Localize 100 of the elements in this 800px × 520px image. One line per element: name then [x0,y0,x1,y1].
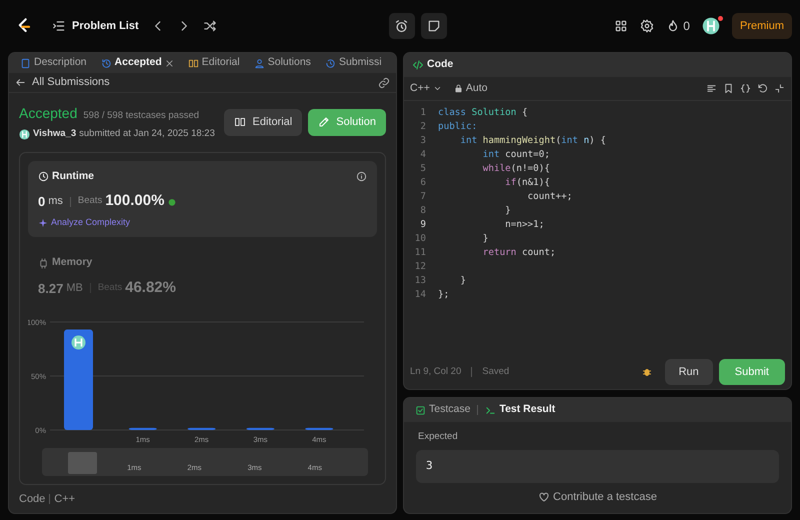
bug-icon[interactable] [640,366,653,378]
user-link[interactable]: Vishwa_3 [33,127,76,142]
histogram-bar[interactable] [64,329,93,430]
book-icon [234,116,246,128]
line-number: 10 [414,232,427,246]
stat-title: Runtime [52,168,94,184]
code-line: } [459,274,466,288]
panel-tab[interactable]: Submissi [322,55,385,71]
caret-icon [432,84,442,93]
code-line: while(n!=0){ [482,162,550,176]
mode-label: Auto [454,80,488,96]
avatar-icon [19,128,30,140]
panel-tab[interactable]: Test Result [482,402,558,418]
language-dropdown[interactable]: C++ [410,80,442,96]
code-line: class Solution { [438,106,528,120]
line-number: 5 [419,162,427,176]
line-number: 7 [419,190,427,204]
stat-unit: MB [66,281,83,296]
avatar-icon [72,335,86,350]
section-title: Code [19,492,46,506]
checkbox-icon [415,404,426,416]
info-icon [356,170,367,182]
list-icon[interactable] [52,19,66,33]
field-label: Expected [418,430,459,444]
code-line: } [482,232,488,246]
panel-tab[interactable]: Solutions [250,55,314,71]
note-icon [426,19,441,33]
code-line: int count=0; [482,148,550,162]
beats-percent: 46.82% [125,278,176,298]
link-icon[interactable] [378,76,390,89]
histogram-bar[interactable] [305,427,334,430]
analyze-link[interactable]: Analyze Complexity [51,216,130,230]
back-arrow-icon[interactable] [15,77,26,88]
bookmark-icon[interactable] [723,83,734,94]
page-title[interactable]: Problem List [72,18,139,34]
line-number: 9 [419,218,427,232]
beats-percent: 100.00% [105,191,164,212]
line-number: 12 [414,260,427,274]
language-label: C++ [54,492,76,506]
format-icon[interactable] [706,83,717,94]
undo-icon[interactable] [757,83,768,94]
panel-tab[interactable]: Accepted [98,55,165,71]
code-icon [412,59,424,71]
code-line: n=n>>1; [504,218,544,232]
close-icon[interactable] [164,58,174,68]
stat-value: 8.27 [38,280,64,298]
histogram-bar[interactable] [128,427,157,430]
line-number: 2 [419,120,427,134]
line-number: 11 [414,246,427,260]
code-line: } [504,204,511,218]
avatar-icon[interactable] [702,17,720,36]
edit-icon [318,116,330,128]
line-number: 14 [414,288,427,302]
stat-title: Memory [52,255,92,270]
premium-button[interactable]: Premium [732,12,792,40]
tab-icon [188,58,199,69]
stat-panel[interactable]: Runtime 0 ms Beats 100.00% Analyze Complexity [28,160,377,238]
run-button[interactable]: Run [664,358,713,386]
panel-tab[interactable]: Editorial [184,55,243,71]
line-number: 8 [419,204,427,218]
panel-tab[interactable]: Testcase [412,402,474,418]
alarm-clock-icon [394,18,410,34]
save-status: Saved [482,364,510,379]
code-line: count++; [526,190,572,204]
navigator-handle[interactable] [68,452,98,474]
line-number: 3 [419,134,427,148]
back-link[interactable]: All Submissions [32,74,110,91]
leaf-icon [167,196,178,206]
code-line: public: [438,120,478,134]
clock-icon [38,170,49,182]
histogram-bar[interactable] [188,427,216,430]
heart-icon [538,491,550,503]
line-number: 6 [419,176,427,190]
note-button[interactable] [420,13,447,39]
contribute-link[interactable]: Contribute a testcase [404,488,791,506]
code-line: if(n&1){ [504,176,550,190]
panel-title: Code [427,57,454,72]
grid-icon[interactable] [614,19,628,33]
shuffle-icon[interactable] [202,19,217,33]
braces-icon[interactable] [740,83,751,94]
tab-icon [100,58,112,69]
line-number: 4 [419,148,427,162]
testcases-text: 598 / 598 testcases passed [83,109,200,124]
editorial-button[interactable]: Editorial [224,109,302,136]
line-number: 13 [414,274,427,288]
tab-icon [324,58,336,69]
lock-icon [454,84,463,93]
settings-icon[interactable] [640,19,654,33]
histogram-bar[interactable] [246,427,274,430]
tab-icon [20,58,31,69]
expected-output: 3 [416,450,779,483]
panel-tab[interactable]: Description [17,55,90,71]
minimize-icon[interactable] [774,83,785,94]
beats-label: Beats [78,194,102,208]
line-number: 1 [419,106,427,120]
code-line: int hammingWeight(int n) { [459,134,606,148]
sparkle-icon [38,218,48,228]
cursor-position: Ln 9, Col 20 [410,364,462,379]
alarm-clock-button[interactable] [388,13,415,39]
stat-value: 0 [38,192,46,211]
